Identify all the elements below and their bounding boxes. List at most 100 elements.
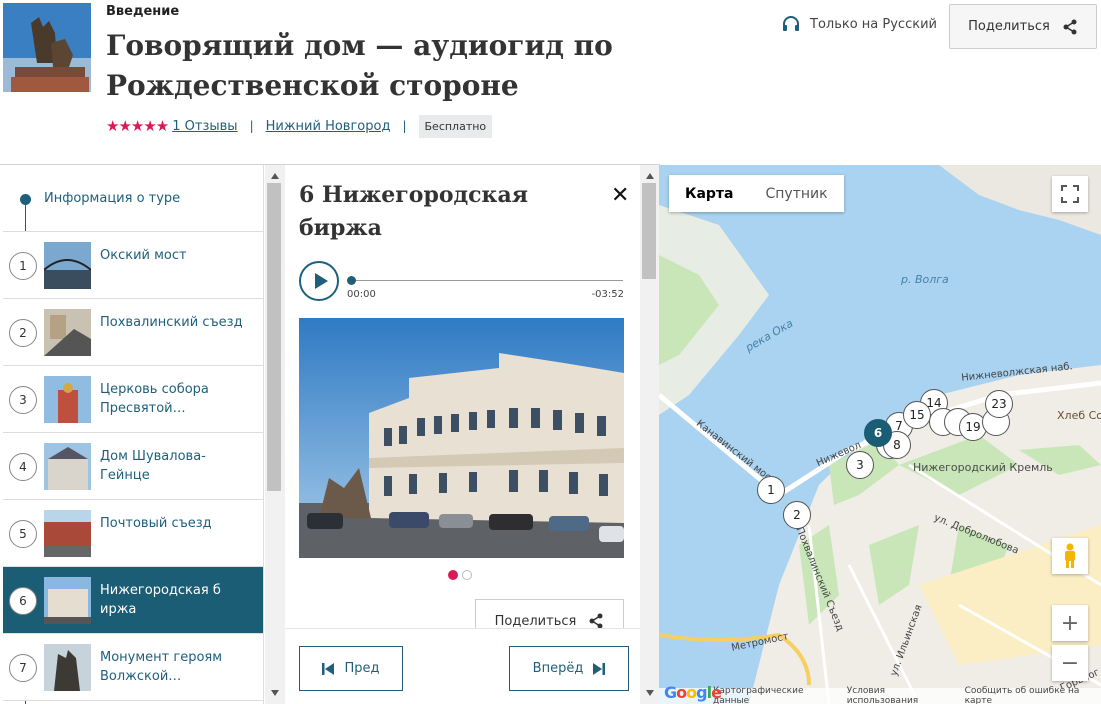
google-logo: Google bbox=[664, 683, 722, 702]
map-label-khleb: Хлеб Со bbox=[1057, 409, 1101, 422]
stop-number: 6 bbox=[9, 587, 37, 615]
next-button[interactable]: Вперёд bbox=[509, 646, 629, 691]
map-marker-23[interactable]: 23 bbox=[985, 390, 1013, 418]
share-label: Поделиться bbox=[968, 19, 1050, 34]
scroll-down-icon[interactable] bbox=[271, 690, 279, 696]
rating-stars: ★★★★★ bbox=[106, 117, 169, 135]
city-link[interactable]: Нижний Новгород bbox=[266, 119, 391, 134]
church-photo bbox=[44, 376, 91, 423]
street-photo bbox=[44, 309, 91, 356]
street-photo bbox=[44, 510, 91, 557]
tour-kicker: Введение bbox=[106, 4, 180, 19]
stop-thumbnail bbox=[44, 309, 91, 356]
stop-detail-panel: 6 Нижегородская биржа ✕ 00:00 -03:52 Под… bbox=[285, 165, 640, 704]
scroll-up-icon[interactable] bbox=[646, 173, 654, 179]
prev-label: Пред bbox=[344, 661, 380, 676]
zoom-in-button[interactable]: + bbox=[1052, 605, 1088, 641]
audio-time-remaining: -03:52 bbox=[591, 289, 624, 300]
meta-separator: | bbox=[402, 119, 407, 133]
photo-carousel-dots bbox=[448, 570, 472, 580]
stop-title: 6 Нижегородская биржа bbox=[299, 182, 528, 241]
sidebar-scrollbar[interactable] bbox=[265, 165, 285, 704]
stop-thumbnail bbox=[44, 577, 91, 624]
stops-sidebar: Информация о туре 1 Окский мост 2 Похвал… bbox=[3, 165, 264, 704]
stop-thumbnail bbox=[44, 443, 91, 490]
close-icon[interactable]: ✕ bbox=[611, 183, 629, 208]
plus-icon: + bbox=[1060, 610, 1080, 636]
stop-label: Церковь собора Пресвятой… bbox=[100, 382, 209, 416]
map-type-satellite-button[interactable]: Спутник bbox=[749, 175, 843, 212]
audio-progress-knob[interactable] bbox=[347, 276, 356, 285]
map-label-volga: р. Волга bbox=[901, 273, 949, 286]
stop-thumbnail bbox=[44, 510, 91, 557]
share-button[interactable]: Поделиться bbox=[949, 4, 1097, 49]
share-icon bbox=[1063, 19, 1077, 34]
map-marker-6-active[interactable]: 6 bbox=[864, 419, 892, 447]
map-type-map-button[interactable]: Карта bbox=[669, 175, 749, 212]
sidebar-item-stop-5[interactable]: 5 Почтовый съезд bbox=[3, 500, 263, 567]
map-data-link[interactable]: Картографические данные bbox=[713, 686, 835, 704]
pegman-icon bbox=[1065, 543, 1075, 568]
carousel-dot-active[interactable] bbox=[448, 570, 458, 580]
stop-number: 5 bbox=[9, 520, 37, 548]
map-marker-1[interactable]: 1 bbox=[757, 476, 785, 504]
scrollbar-thumb[interactable] bbox=[642, 183, 656, 279]
scroll-down-icon[interactable] bbox=[646, 690, 654, 696]
map-marker-2[interactable]: 2 bbox=[783, 501, 811, 529]
stop-photo[interactable] bbox=[299, 318, 624, 558]
stop-number: 1 bbox=[9, 252, 37, 280]
stop-label: Дом Шувалова-Гейнце bbox=[100, 449, 206, 483]
audio-progress-track[interactable] bbox=[347, 280, 623, 281]
tour-meta: ★★★★★ 1 Отзывы | Нижний Новгород | Беспл… bbox=[106, 113, 493, 139]
fullscreen-icon bbox=[1061, 185, 1079, 203]
carousel-dot[interactable] bbox=[462, 570, 472, 580]
sidebar-item-stop-6[interactable]: 6 Нижегородская б иржа bbox=[3, 567, 263, 634]
monument-photo bbox=[3, 3, 91, 92]
map-type-toggle: Карта Спутник bbox=[669, 175, 844, 212]
skip-back-icon bbox=[322, 662, 335, 675]
sidebar-item-stop-2[interactable]: 2 Похвалинский съезд bbox=[3, 299, 263, 366]
prev-button[interactable]: Пред bbox=[299, 646, 403, 691]
share-label: Поделиться bbox=[494, 613, 577, 629]
stop-number: 7 bbox=[9, 654, 37, 682]
stop-thumbnail bbox=[44, 644, 91, 691]
scrollbar-thumb[interactable] bbox=[267, 183, 281, 491]
meta-separator: | bbox=[249, 119, 254, 133]
tour-map[interactable]: р. Волга река Ока Канавинский мост Нижне… bbox=[659, 165, 1101, 704]
price-badge: Бесплатно bbox=[418, 114, 493, 138]
share-icon bbox=[589, 613, 603, 629]
next-label: Вперёд bbox=[532, 661, 584, 676]
street-view-button[interactable] bbox=[1052, 538, 1088, 574]
scroll-up-icon[interactable] bbox=[271, 173, 279, 179]
reviews-link[interactable]: 1 Отзывы bbox=[172, 119, 237, 134]
map-label-kreml: Нижегородский Кремль bbox=[913, 461, 1053, 474]
stop-label: Нижегородская б иржа bbox=[100, 583, 221, 617]
language-indicator: Только на Русский bbox=[782, 16, 937, 32]
audio-time-elapsed: 00:00 bbox=[347, 289, 376, 300]
report-error-link[interactable]: Сообщить об ошибке на карте bbox=[965, 686, 1101, 704]
skip-forward-icon bbox=[593, 662, 606, 675]
stop-label: Почтовый съезд bbox=[100, 516, 212, 531]
map-attribution: Картографические данные Условия использо… bbox=[659, 686, 1101, 704]
stop-thumbnail bbox=[44, 376, 91, 423]
fullscreen-button[interactable] bbox=[1052, 176, 1088, 212]
sidebar-item-stop-7[interactable]: 7 Монумент героям Волжской… bbox=[3, 634, 263, 701]
sidebar-item-stop-1[interactable]: 1 Окский мост bbox=[3, 232, 263, 299]
stop-thumbnail bbox=[44, 242, 91, 289]
terms-link[interactable]: Условия использования bbox=[847, 686, 953, 704]
zoom-out-button[interactable]: − bbox=[1052, 645, 1088, 681]
map-marker-15[interactable]: 15 bbox=[903, 401, 931, 429]
stop-number: 3 bbox=[9, 386, 37, 414]
stop-navigation: Пред Вперёд bbox=[285, 628, 640, 704]
detail-scrollbar[interactable] bbox=[640, 165, 659, 704]
stop-label: Похвалинский съезд bbox=[100, 315, 243, 330]
sidebar-item-stop-4[interactable]: 4 Дом Шувалова-Гейнце bbox=[3, 433, 263, 500]
sidebar-item-tour-info[interactable]: Информация о туре bbox=[3, 165, 263, 232]
monument-photo bbox=[44, 644, 91, 691]
map-marker-3[interactable]: 3 bbox=[846, 451, 874, 479]
stop-label: Окский мост bbox=[100, 248, 187, 263]
page-title: Говорящий дом — аудиогид по Рождественск… bbox=[106, 29, 613, 102]
sidebar-item-stop-3[interactable]: 3 Церковь собора Пресвятой… bbox=[3, 366, 263, 433]
timeline-dot bbox=[20, 194, 31, 205]
play-button[interactable] bbox=[299, 261, 339, 301]
